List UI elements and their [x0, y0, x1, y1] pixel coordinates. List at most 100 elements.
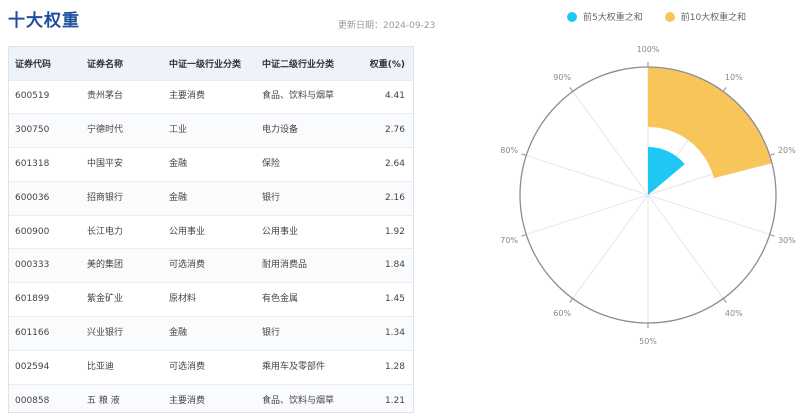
cell-code: 600519	[9, 79, 81, 114]
table-header-row: 证券代码 证券名称 中证一级行业分类 中证二级行业分类 权重(%)	[9, 47, 413, 80]
cell-industry-l2: 电力设备	[256, 113, 360, 148]
cell-industry-l2: 耐用消费品	[256, 248, 360, 283]
cell-industry-l2: 食品、饮料与烟草	[256, 79, 360, 114]
cell-code: 002594	[9, 349, 81, 385]
tick-label: 10%	[725, 73, 743, 82]
cell-industry-l1: 金融	[163, 180, 256, 216]
cell-industry-l1: 工业	[163, 113, 256, 148]
cell-name: 招商银行	[81, 180, 163, 216]
legend-label-top10: 前10大权重之和	[680, 13, 747, 23]
table-row: 601166 兴业银行 金融 银行 1.34	[9, 316, 413, 351]
header-weight: 权重(%)	[369, 59, 405, 70]
chart-legend: 前5大权重之和 前10大权重之和	[567, 10, 746, 23]
cell-weight: 1.21	[360, 383, 413, 412]
cell-name: 五 粮 液	[81, 383, 163, 412]
cell-industry-l1: 原材料	[163, 282, 256, 317]
cell-name: 贵州茅台	[81, 79, 163, 114]
grid-line	[526, 154, 649, 196]
tick-mark	[769, 153, 775, 156]
table-row: 600519 贵州茅台 主要消费 食品、饮料与烟草 4.41	[9, 79, 413, 114]
cell-name: 兴业银行	[81, 316, 163, 351]
tick-label: 30%	[778, 236, 796, 245]
table-row: 600036 招商银行 金融 银行 2.16	[9, 180, 413, 216]
cell-weight: 1.84	[360, 248, 413, 283]
cell-weight: 1.45	[360, 282, 413, 317]
cell-code: 000858	[9, 383, 81, 412]
table-row: 000858 五 粮 液主要消费 食品、饮料与烟草 1.21	[9, 383, 413, 412]
tick-label: 60%	[553, 309, 571, 318]
tick-mark	[722, 87, 727, 92]
tick-mark	[521, 234, 527, 237]
tick-label: 90%	[553, 73, 571, 82]
cell-industry-l1: 金融	[163, 147, 256, 182]
tick-mark	[722, 298, 727, 303]
cell-industry-l1: 主要消费	[163, 383, 256, 412]
tick-mark	[769, 234, 775, 237]
grid-line	[572, 194, 649, 299]
tick-mark	[521, 153, 527, 156]
cell-industry-l1: 金融	[163, 316, 256, 351]
cell-industry-l1: 公用事业	[163, 214, 256, 249]
tick-label: 70%	[500, 236, 518, 245]
grid-line	[647, 194, 770, 236]
cell-weight: 2.16	[360, 180, 413, 216]
legend-swatch-top10	[664, 11, 675, 22]
cell-name: 中国平安	[81, 147, 163, 182]
cell-industry-l2: 公用事业	[256, 214, 360, 249]
tick-label: 80%	[500, 146, 518, 155]
cell-industry-l1: 主要消费	[163, 79, 256, 114]
cell-code: 601166	[9, 316, 81, 351]
grid-line	[572, 91, 649, 196]
cell-industry-l2: 食品、饮料与烟草	[256, 383, 360, 412]
cell-weight: 1.34	[360, 316, 413, 351]
tick-label: 100%	[637, 45, 660, 54]
table-row: 600900 长江电力 公用事业 公用事业 1.92	[9, 214, 413, 249]
tick-mark	[569, 87, 574, 92]
legend-label-top5: 前5大权重之和	[583, 13, 643, 23]
table-row: 002594 比亚迪 可选消费 乘用车及零部件 1.28	[9, 349, 413, 385]
cell-industry-l2: 银行	[256, 180, 360, 216]
holdings-table: 证券代码 证券名称 中证一级行业分类 中证二级行业分类 权重(%) 600519…	[8, 46, 414, 413]
legend-swatch-top5	[567, 11, 577, 22]
grid-line	[526, 194, 649, 236]
cell-code: 601899	[9, 282, 81, 317]
cell-name: 美的集团	[81, 248, 163, 283]
tick-label: 50%	[639, 337, 657, 346]
cell-industry-l2: 保险	[256, 147, 360, 182]
cell-weight: 1.28	[360, 349, 413, 385]
cell-industry-l2: 有色金属	[256, 282, 360, 317]
cell-name: 长江电力	[81, 214, 163, 249]
tick-label: 20%	[778, 146, 796, 155]
cell-code: 601318	[9, 147, 81, 182]
header-industry-l1: 中证一级行业分类	[169, 59, 242, 70]
grid-line	[647, 194, 724, 299]
header-name: 证券名称	[87, 59, 124, 70]
polar-bar-chart: 100% 10% 20% 30% 40% 50% 60% 70% 80% 90%	[500, 45, 796, 346]
cell-weight: 4.41	[360, 79, 413, 114]
cell-industry-l1: 可选消费	[163, 248, 256, 283]
cell-code: 000333	[9, 248, 81, 283]
tick-label: 40%	[725, 309, 743, 318]
table-row: 601899 紫金矿业 原材料 有色金属 1.45	[9, 282, 413, 317]
table-row: 300750 宁德时代 工业 电力设备 2.76	[9, 113, 413, 148]
cell-name: 宁德时代	[81, 113, 163, 148]
cell-code: 600900	[9, 214, 81, 249]
legend-item-top10[interactable]: 前10大权重之和	[664, 10, 747, 23]
cell-code: 300750	[9, 113, 81, 148]
cell-code: 600036	[9, 180, 81, 216]
cell-name: 紫金矿业	[81, 282, 163, 317]
cell-weight: 2.64	[360, 147, 413, 182]
cell-weight: 2.76	[360, 113, 413, 148]
header-code: 证券代码	[15, 59, 52, 70]
table-row: 601318 中国平安 金融 保险 2.64	[9, 147, 413, 182]
header-industry-l2: 中证二级行业分类	[262, 59, 335, 70]
cell-industry-l2: 银行	[256, 316, 360, 351]
cell-weight: 1.92	[360, 214, 413, 249]
page-title: 十大权重	[8, 11, 80, 31]
cell-industry-l2: 乘用车及零部件	[256, 349, 360, 385]
table-row: 000333 美的集团 可选消费 耐用消费品 1.84	[9, 248, 413, 283]
tick-mark	[569, 298, 574, 303]
cell-industry-l1: 可选消费	[163, 349, 256, 385]
legend-item-top5[interactable]: 前5大权重之和	[567, 10, 643, 23]
cell-name: 比亚迪	[81, 349, 163, 385]
